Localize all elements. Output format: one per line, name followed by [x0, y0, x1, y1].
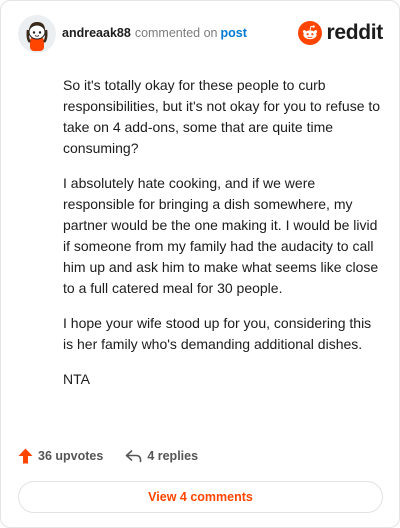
comment-paragraph: NTA [63, 371, 90, 387]
comment-paragraph: I absolutely hate cooking, and if we wer… [63, 175, 379, 296]
comment-body: So it's totally okay for these people to… [63, 75, 381, 404]
comment-meta: andreaak88 commented on post [62, 26, 247, 40]
comment-paragraph: I hope your wife stood up for you, consi… [63, 315, 372, 352]
comment-card: andreaak88 commented on post reddit So it'… [0, 0, 400, 528]
post-link[interactable]: post [221, 26, 247, 40]
author-name[interactable]: andreaak88 [62, 26, 131, 40]
reply-count: 4 replies [147, 449, 199, 463]
reply-arrow-icon [126, 450, 142, 463]
avatar[interactable] [18, 15, 56, 53]
snoo-avatar-icon [18, 15, 56, 53]
comment-header: andreaak88 commented on post reddit [18, 15, 383, 53]
action-text: commented on [134, 26, 218, 40]
upvote-arrow-icon [18, 448, 33, 464]
comment-paragraph: So it's totally okay for these people to… [63, 77, 381, 156]
comment-actions: 36 upvotes 4 replies [18, 446, 198, 466]
view-comments-button[interactable]: View 4 comments [18, 481, 383, 513]
reddit-logo-icon [298, 21, 323, 45]
upvote-button[interactable]: 36 upvotes [18, 448, 103, 464]
reply-button[interactable]: 4 replies [125, 449, 198, 463]
brand-wordmark: reddit [326, 21, 383, 44]
reddit-logo[interactable]: reddit [298, 20, 383, 46]
upvote-count: 36 upvotes [38, 449, 104, 463]
